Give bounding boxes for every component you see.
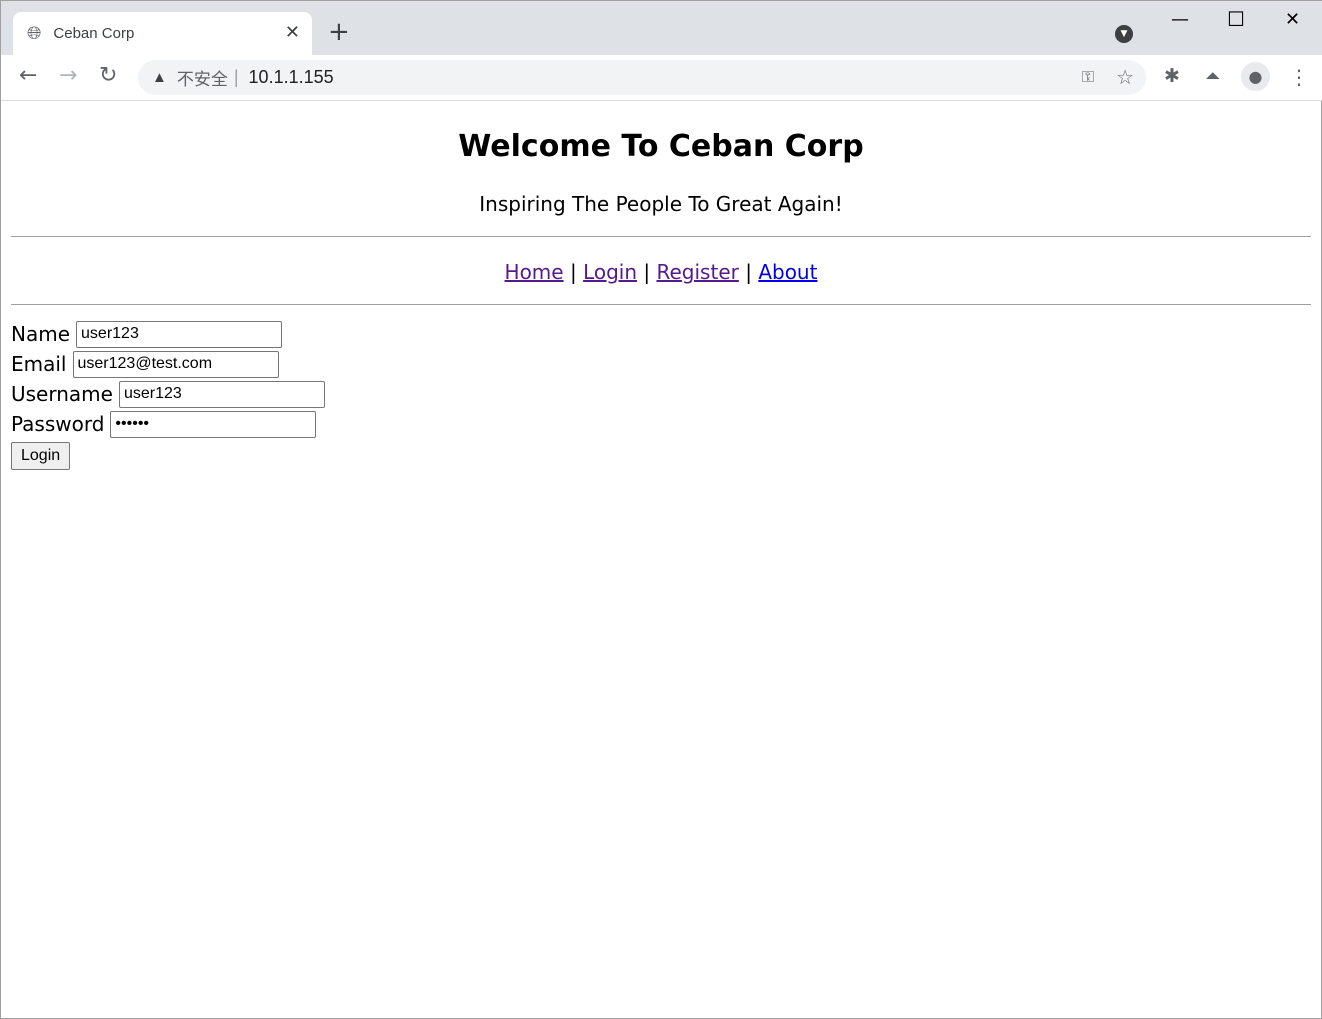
page-title: Welcome To Ceban Corp: [458, 129, 864, 164]
nav-separator: |: [643, 260, 651, 284]
name-input[interactable]: [76, 320, 283, 348]
name-label: Name: [11, 322, 71, 346]
tab-search-icon[interactable]: ▼: [1115, 25, 1133, 43]
warning-icon[interactable]: ▲: [152, 69, 167, 86]
globe-icon: 🌐︎: [27, 23, 42, 44]
reload-icon[interactable]: ↻: [99, 63, 117, 88]
maximize-icon[interactable]: ☐: [1227, 7, 1245, 31]
username-row: Username: [11, 379, 1311, 409]
browser-tab[interactable]: 🌐︎ Ceban Corp ✕: [13, 12, 312, 55]
nav-link-about[interactable]: About: [758, 260, 817, 284]
profile-icon[interactable]: ●: [1241, 62, 1270, 91]
nav-separator: |: [745, 260, 752, 284]
tab-title: Ceban Corp: [53, 25, 135, 42]
nav-link-login[interactable]: Login: [583, 260, 637, 284]
plus-icon[interactable]: +: [328, 17, 350, 47]
security-label[interactable]: 不安全: [177, 65, 228, 90]
forward-icon[interactable]: →: [59, 63, 77, 88]
labs-icon[interactable]: ⏶: [1205, 65, 1220, 87]
nav-link-register[interactable]: Register: [657, 260, 739, 284]
login-button[interactable]: Login: [11, 442, 71, 470]
name-row: Name: [11, 319, 1311, 349]
password-row: Password: [11, 409, 1311, 439]
close-icon[interactable]: ✕: [285, 22, 300, 43]
divider: [11, 236, 1311, 237]
username-label: Username: [11, 382, 113, 406]
email-input[interactable]: [72, 350, 279, 378]
nav-separator: |: [569, 260, 577, 284]
username-input[interactable]: [118, 380, 325, 408]
password-label: Password: [11, 412, 105, 436]
separator: |: [233, 67, 239, 87]
back-icon[interactable]: ←: [19, 63, 37, 88]
login-form: Name Email Username Password Login: [1, 305, 1321, 470]
key-icon[interactable]: ⚿: [1082, 69, 1094, 87]
window-close-icon[interactable]: ✕: [1285, 9, 1300, 30]
nav-link-home[interactable]: Home: [505, 260, 564, 284]
page-subtitle: Inspiring The People To Great Again!: [479, 192, 843, 216]
address-bar[interactable]: ▲ 不安全 | 10.1.1.155 ⚿ ☆: [138, 60, 1146, 95]
minimize-icon[interactable]: —: [1171, 9, 1189, 30]
star-icon[interactable]: ☆: [1116, 65, 1134, 90]
email-label: Email: [11, 352, 67, 376]
url-text[interactable]: 10.1.1.155: [249, 67, 334, 88]
email-row: Email: [11, 349, 1311, 379]
nav-links: Home | Login | Register | About: [1, 260, 1321, 284]
tab-strip: 🌐︎ Ceban Corp ✕ + ▼ — ☐ ✕: [1, 1, 1322, 55]
page-content: Welcome To Ceban Corp Inspiring The Peop…: [1, 101, 1321, 470]
browser-toolbar: ← → ↻ ▲ 不安全 | 10.1.1.155 ⚿ ☆ ✱ ⏶ ● ⋮: [1, 55, 1322, 101]
extensions-icon[interactable]: ✱: [1164, 65, 1180, 87]
menu-icon[interactable]: ⋮: [1289, 65, 1309, 89]
password-input[interactable]: [110, 410, 317, 438]
